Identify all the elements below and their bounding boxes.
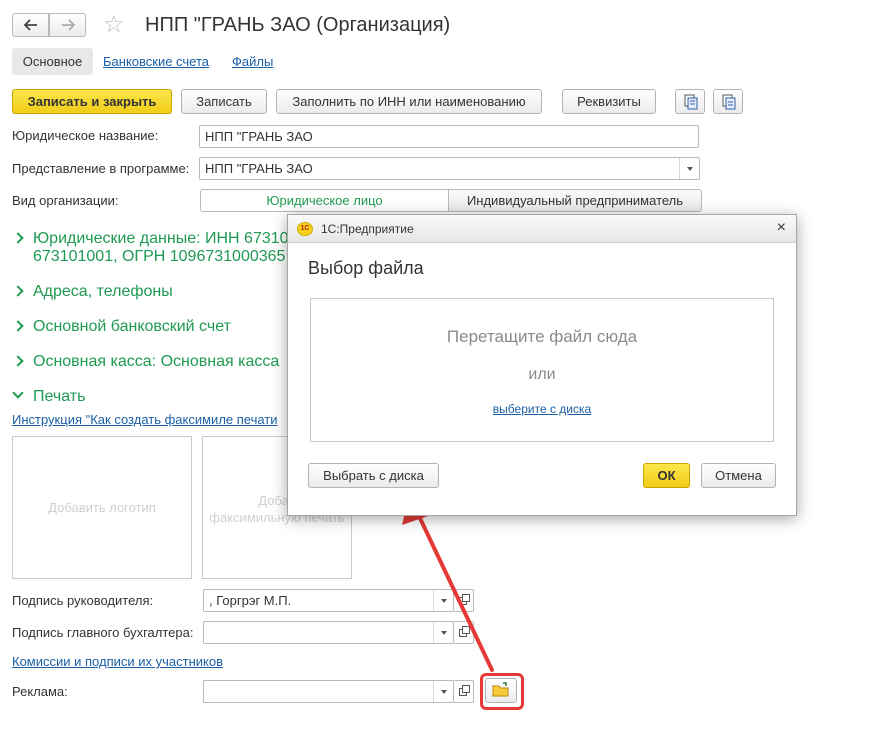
open-icon[interactable] bbox=[454, 589, 474, 612]
display-name-label: Представление в программе: bbox=[12, 161, 190, 176]
ok-button[interactable]: ОК bbox=[643, 463, 690, 488]
add-logo-area[interactable]: Добавить логотип bbox=[12, 436, 192, 579]
add-logo-label: Добавить логотип bbox=[48, 500, 156, 515]
choose-from-disk-button[interactable]: Выбрать с диска bbox=[308, 463, 439, 488]
org-type-label: Вид организации: bbox=[12, 193, 119, 208]
chevron-down-icon[interactable] bbox=[679, 158, 699, 179]
head-signature-value: , Горгрэг М.П. bbox=[209, 593, 292, 608]
dialog-title: Выбор файла bbox=[308, 258, 424, 278]
page-title: НПП "ГРАНЬ ЗАО (Организация) bbox=[145, 14, 451, 36]
accountant-signature-label: Подпись главного бухгалтера: bbox=[12, 625, 194, 640]
open-icon[interactable] bbox=[454, 621, 474, 644]
requisites-button[interactable]: Реквизиты bbox=[562, 89, 656, 114]
document-copy-icon bbox=[684, 94, 698, 110]
group-cash-desk[interactable]: Основная касса: Основная касса bbox=[12, 353, 280, 371]
group-addresses[interactable]: Адреса, телефоны bbox=[12, 283, 173, 301]
fill-by-inn-button[interactable]: Заполнить по ИНН или наименованию bbox=[276, 89, 542, 114]
commissions-link[interactable]: Комиссии и подписи их участников bbox=[12, 654, 223, 669]
back-button[interactable] bbox=[12, 13, 49, 37]
facsimile-instruction-link[interactable]: Инструкция "Как создать факсимиле печати bbox=[12, 412, 278, 427]
arrow-left-icon bbox=[23, 19, 37, 31]
group-legal-data-line2: 673101001, ОГРН 1096731000365 bbox=[33, 248, 286, 265]
head-signature-label: Подпись руководителя: bbox=[12, 593, 154, 608]
drop-or: или bbox=[528, 366, 556, 383]
save-close-button[interactable]: Записать и закрыть bbox=[12, 89, 172, 114]
save-button[interactable]: Записать bbox=[181, 89, 267, 114]
ads-field[interactable] bbox=[203, 680, 454, 703]
chevron-down-icon[interactable] bbox=[433, 590, 453, 611]
drop-hint: Перетащите файл сюда bbox=[446, 327, 638, 346]
cancel-button[interactable]: Отмена bbox=[701, 463, 776, 488]
dialog-header: 1С 1С:Предприятие × bbox=[288, 215, 796, 243]
chevron-down-icon bbox=[12, 387, 24, 399]
app-logo-text: 1С bbox=[300, 225, 310, 232]
arrow-right-icon bbox=[61, 19, 75, 31]
chevron-down-icon[interactable] bbox=[433, 681, 453, 702]
annotation-highlight-box bbox=[480, 673, 524, 710]
ads-label: Реклама: bbox=[12, 684, 68, 699]
chevron-right-icon bbox=[12, 232, 24, 244]
dialog-app-title: 1С:Предприятие bbox=[321, 222, 414, 236]
copy-doc-button[interactable] bbox=[713, 89, 743, 114]
accountant-signature-field[interactable] bbox=[203, 621, 454, 644]
group-legal-data[interactable]: Юридические данные: ИНН 67310 bbox=[12, 230, 289, 248]
print-doc-button[interactable] bbox=[675, 89, 705, 114]
open-icon[interactable] bbox=[454, 680, 474, 703]
display-name-value: НПП "ГРАНЬ ЗАО bbox=[205, 161, 313, 176]
app-logo-icon: 1С bbox=[297, 222, 313, 236]
file-drop-zone[interactable]: Перетащите файл сюда или выберите с диск… bbox=[310, 298, 774, 442]
legal-name-label: Юридическое название: bbox=[12, 128, 159, 143]
tab-main[interactable]: Основное bbox=[12, 48, 93, 75]
display-name-field[interactable]: НПП "ГРАНЬ ЗАО bbox=[199, 157, 700, 180]
file-select-dialog: 1С 1С:Предприятие × Выбор файла Перетащи… bbox=[287, 214, 797, 516]
legal-name-field[interactable]: НПП "ГРАНЬ ЗАО bbox=[199, 125, 699, 148]
head-signature-field[interactable]: , Горгрэг М.П. bbox=[203, 589, 454, 612]
chevron-right-icon bbox=[12, 320, 24, 332]
group-bank-account[interactable]: Основной банковский счет bbox=[12, 318, 231, 336]
group-bank-account-label: Основной банковский счет bbox=[33, 318, 231, 335]
chevron-down-icon[interactable] bbox=[433, 622, 453, 643]
forward-button[interactable] bbox=[49, 13, 86, 37]
group-cash-desk-label: Основная касса: Основная касса bbox=[33, 353, 280, 370]
star-icon[interactable]: ☆ bbox=[103, 12, 125, 38]
tab-files[interactable]: Файлы bbox=[232, 54, 273, 69]
document-list-icon bbox=[722, 94, 736, 110]
close-icon[interactable]: × bbox=[777, 219, 786, 237]
group-print[interactable]: Печать bbox=[12, 387, 86, 406]
org-type-individual[interactable]: Индивидуальный предприниматель bbox=[448, 189, 702, 212]
chevron-right-icon bbox=[12, 285, 24, 297]
group-addresses-label: Адреса, телефоны bbox=[33, 283, 173, 300]
group-legal-data-label: Юридические данные: ИНН 67310 bbox=[33, 230, 289, 247]
chevron-right-icon bbox=[12, 355, 24, 367]
group-print-label: Печать bbox=[33, 388, 86, 405]
choose-from-disk-link[interactable]: выберите с диска bbox=[311, 402, 773, 416]
tab-bank-accounts[interactable]: Банковские счета bbox=[103, 54, 209, 69]
org-type-legal-entity[interactable]: Юридическое лицо bbox=[200, 189, 449, 212]
